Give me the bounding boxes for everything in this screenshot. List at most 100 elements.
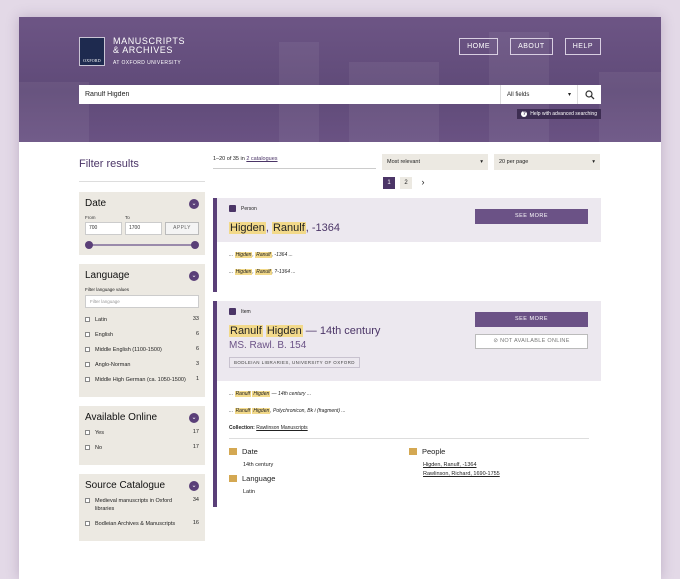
date-from-input[interactable]: 700 <box>85 222 122 235</box>
chevron-down-icon[interactable]: ⌄ <box>189 270 199 281</box>
language-option[interactable]: Middle High German (ca. 1050-1500) 1 <box>85 376 199 384</box>
date-heading: Date <box>242 447 258 456</box>
date-filter-heading: Date <box>85 198 107 209</box>
collection-line: Collection: Rawlinson Manuscripts <box>229 425 589 439</box>
language-filter-heading: Language <box>85 270 130 281</box>
checkbox[interactable] <box>85 445 90 450</box>
checkbox[interactable] <box>85 317 90 322</box>
result-snippet: ... Higden, Ranulf, -1364 ... <box>229 252 293 258</box>
language-option[interactable]: English 6 <box>85 331 199 339</box>
result-snippet: ... Higden, Ranulf, ?-1364 ... <box>229 269 296 275</box>
collection-link[interactable]: Rawlinson Manuscripts <box>256 425 307 431</box>
see-more-button[interactable]: SEE MORE <box>475 312 588 327</box>
not-available-online-badge: ⊘ NOT AVAILABLE ONLINE <box>475 334 588 349</box>
site-logo[interactable]: OXFORD MANUSCRIPTS & ARCHIVES AT OXFORD … <box>79 37 185 66</box>
result-type-label: Person <box>241 205 257 212</box>
logo-title-line2: & ARCHIVES <box>113 45 174 55</box>
people-heading: People <box>422 447 446 456</box>
next-page-icon[interactable]: › <box>417 177 429 189</box>
nav-home-button[interactable]: HOME <box>459 38 499 55</box>
date-filter: Date ⌄ From 700 To 1700 APPLY <box>79 192 205 255</box>
language-option[interactable]: Latin 33 <box>85 316 199 324</box>
online-option[interactable]: No 17 <box>85 444 199 452</box>
language-option[interactable]: Anglo-Norman 3 <box>85 361 199 369</box>
result-snippet: ... Ranulf Higden — 14th century ... <box>229 391 312 397</box>
results-column: 1–20 of 35 in 2 catalogues Most relevant… <box>213 154 601 507</box>
logo-subtitle: AT OXFORD UNIVERSITY <box>113 60 182 66</box>
language-icon <box>229 475 237 482</box>
catalogues-link[interactable]: 2 catalogues <box>246 156 277 162</box>
available-online-heading: Available Online <box>85 412 158 423</box>
date-from-label: From <box>85 215 96 220</box>
sort-select[interactable]: Most relevant ▾ <box>382 154 488 170</box>
pagination: 1 2 › <box>383 177 601 189</box>
language-heading: Language <box>242 474 276 483</box>
person-link[interactable]: Higden, Ranulf, -1364 <box>423 462 477 468</box>
date-range-slider[interactable] <box>85 241 199 249</box>
chevron-down-icon[interactable]: ⌄ <box>189 198 199 209</box>
search-button[interactable] <box>577 85 601 104</box>
language-filter-sublabel: Filter language values <box>85 287 130 292</box>
nav-help-button[interactable]: HELP <box>564 38 601 55</box>
result-snippet: ... Ranulf Higden, Polychronicon, Bk i (… <box>229 408 346 414</box>
checkbox[interactable] <box>85 347 90 352</box>
header-banner: OXFORD MANUSCRIPTS & ARCHIVES AT OXFORD … <box>19 17 661 142</box>
slider-track <box>88 244 196 246</box>
see-more-button[interactable]: SEE MORE <box>475 209 588 224</box>
caret-down-icon: ▾ <box>480 159 483 165</box>
language-option[interactable]: Middle English (1100-1500) 6 <box>85 346 199 354</box>
caret-down-icon: ▾ <box>592 159 595 165</box>
person-link[interactable]: Rawlinson, Richard, 1690-1755 <box>423 471 500 477</box>
checkbox[interactable] <box>85 377 90 382</box>
filter-title: Filter results <box>79 154 205 182</box>
person-icon <box>229 205 236 212</box>
browser-page: OXFORD MANUSCRIPTS & ARCHIVES AT OXFORD … <box>19 17 661 579</box>
per-page-select[interactable]: 20 per page ▾ <box>494 154 600 170</box>
search-bar: All fields ▾ <box>79 85 601 104</box>
checkbox[interactable] <box>85 362 90 367</box>
chevron-down-icon[interactable]: ⌄ <box>189 412 199 423</box>
search-input[interactable] <box>79 85 500 104</box>
available-online-filter: Available Online ⌄ Yes 17 No 17 <box>79 406 205 465</box>
checkbox[interactable] <box>85 498 90 503</box>
checkbox[interactable] <box>85 332 90 337</box>
field-select-value: All fields <box>507 91 530 98</box>
source-catalogue-filter: Source Catalogue ⌄ Medieval manuscripts … <box>79 474 205 541</box>
checkbox[interactable] <box>85 430 90 435</box>
results-toolbar: 1–20 of 35 in 2 catalogues Most relevant… <box>213 154 601 170</box>
bottom-fade-overlay <box>19 543 661 579</box>
catalogue-option[interactable]: Bodleian Archives & Manuscripts 16 <box>85 520 199 528</box>
language-filter: Language ⌄ Filter language values Filter… <box>79 264 205 397</box>
checkbox[interactable] <box>85 521 90 526</box>
result-card-item: Item Ranulf Higden — 14th century MS. Ra… <box>213 301 601 507</box>
top-nav: HOME ABOUT HELP <box>459 38 601 55</box>
result-type-label: Item <box>241 308 251 315</box>
date-to-label: To <box>125 215 130 220</box>
nav-about-button[interactable]: ABOUT <box>510 38 553 55</box>
result-card-person: Person Higden, Ranulf, -1364 SEE MORE ..… <box>213 198 601 292</box>
search-icon <box>584 89 594 99</box>
slider-handle-max[interactable] <box>191 241 199 249</box>
oxford-crest-icon: OXFORD <box>79 37 105 66</box>
library-badge: BODLEIAN LIBRARIES, UNIVERSITY OF OXFORD <box>229 357 360 368</box>
source-catalogue-heading: Source Catalogue <box>85 480 166 491</box>
document-icon <box>229 308 236 315</box>
caret-down-icon: ▾ <box>567 92 571 98</box>
chevron-down-icon[interactable]: ⌄ <box>189 480 199 491</box>
language-value: Latin <box>243 489 255 495</box>
people-icon <box>409 448 417 455</box>
slider-handle-min[interactable] <box>85 241 93 249</box>
advanced-search-help-link[interactable]: ? Help with advanced searching <box>517 109 601 119</box>
advanced-search-help-label: Help with advanced searching <box>530 111 597 117</box>
date-to-input[interactable]: 1700 <box>125 222 162 235</box>
catalogue-option[interactable]: Medieval manuscripts in Oxford libraries… <box>85 497 199 513</box>
filter-sidebar: Filter results Date ⌄ From 700 To 1700 A… <box>79 154 205 550</box>
page-button[interactable]: 2 <box>400 177 412 189</box>
language-filter-input[interactable]: Filter language <box>85 295 199 308</box>
calendar-icon <box>229 448 237 455</box>
apply-button[interactable]: APPLY <box>165 222 199 235</box>
result-count: 1–20 of 35 in 2 catalogues <box>213 155 376 169</box>
online-option[interactable]: Yes 17 <box>85 429 199 437</box>
field-select[interactable]: All fields ▾ <box>500 85 577 104</box>
page-button[interactable]: 1 <box>383 177 395 189</box>
